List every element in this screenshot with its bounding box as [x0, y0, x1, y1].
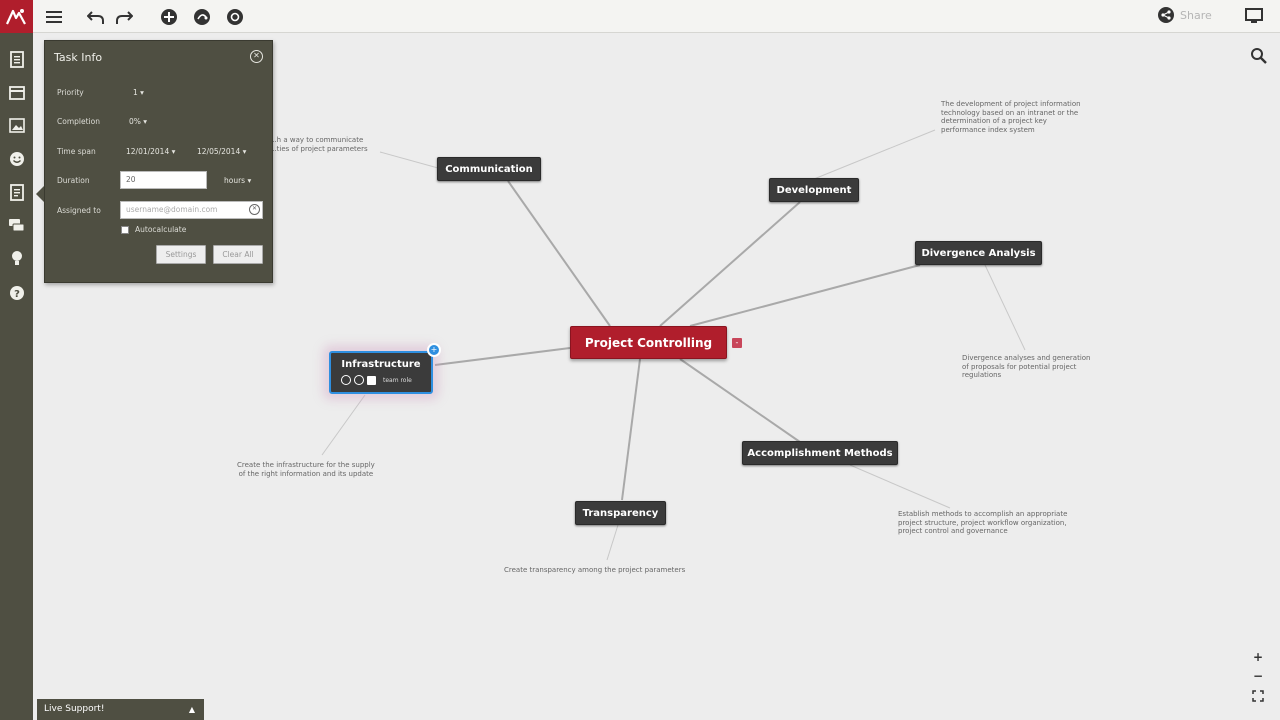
panel-pointer	[36, 186, 44, 202]
zoom-out-button[interactable]: −	[1249, 667, 1267, 685]
autocalculate-checkbox[interactable]	[121, 226, 129, 234]
end-date-select[interactable]: 12/05/2014 ▾	[197, 147, 246, 156]
completion-select[interactable]: 0% ▾	[129, 117, 147, 126]
close-icon[interactable]: ✕	[250, 50, 263, 63]
node-divergence-analysis[interactable]: Divergence Analysis	[915, 241, 1042, 265]
note-infrastructure: Create the infrastructure for the supply…	[237, 461, 375, 478]
settings-button[interactable]: Settings	[156, 245, 206, 264]
clear-assignee-icon[interactable]: ✕	[249, 204, 260, 215]
note-communication: ...h a way to communicate ...ties of pro…	[270, 136, 368, 153]
note-transparency: Create transparency among the project pa…	[504, 566, 686, 574]
note-development: The development of project information t…	[941, 100, 1081, 134]
assigned-label: Assigned to	[57, 206, 101, 215]
priority-icon	[341, 375, 351, 385]
zoom-in-button[interactable]: +	[1249, 648, 1267, 666]
node-development[interactable]: Development	[769, 178, 859, 202]
chevron-up-icon: ▲	[188, 705, 195, 714]
collapse-toggle[interactable]: -	[732, 338, 742, 348]
autocalculate-label: Autocalculate	[135, 225, 187, 234]
central-topic[interactable]: Project Controlling	[570, 326, 727, 359]
role-tag: team role	[383, 376, 412, 384]
node-infrastructure[interactable]: Infrastructure team role	[329, 351, 433, 394]
node-accomplishment-methods[interactable]: Accomplishment Methods	[742, 441, 898, 465]
add-child-icon[interactable]: +	[427, 343, 441, 357]
note-accomplishment-methods: Establish methods to accomplish an appro…	[898, 510, 1068, 535]
node-infrastructure-title: Infrastructure	[341, 359, 421, 370]
clear-all-button[interactable]: Clear All	[213, 245, 263, 264]
live-support-label: Live Support!	[44, 704, 105, 714]
duration-input[interactable]: 20	[120, 171, 207, 189]
task-info-panel: Task Info ✕ Priority 1 ▾ Completion 0% ▾…	[44, 40, 273, 283]
node-transparency[interactable]: Transparency	[575, 501, 666, 525]
timespan-label: Time span	[57, 147, 96, 156]
completion-icon	[354, 375, 364, 385]
fit-screen-icon[interactable]	[1249, 687, 1267, 705]
priority-label: Priority	[57, 88, 84, 97]
priority-select[interactable]: 1 ▾	[133, 88, 144, 97]
assigned-input[interactable]: username@domain.com	[120, 201, 263, 219]
duration-unit-select[interactable]: hours ▾	[224, 176, 251, 185]
start-date-select[interactable]: 12/01/2014 ▾	[126, 147, 175, 156]
node-communication[interactable]: Communication	[437, 157, 541, 181]
note-divergence-analysis: Divergence analyses and generation of pr…	[962, 354, 1091, 379]
node-infrastructure-icons: team role	[341, 375, 412, 385]
duration-label: Duration	[57, 176, 90, 185]
panel-title: Task Info	[54, 51, 103, 64]
task-icon	[367, 375, 376, 385]
search-icon[interactable]	[1250, 47, 1268, 65]
live-support-button[interactable]: Live Support! ▲	[37, 699, 204, 720]
completion-label: Completion	[57, 117, 100, 126]
